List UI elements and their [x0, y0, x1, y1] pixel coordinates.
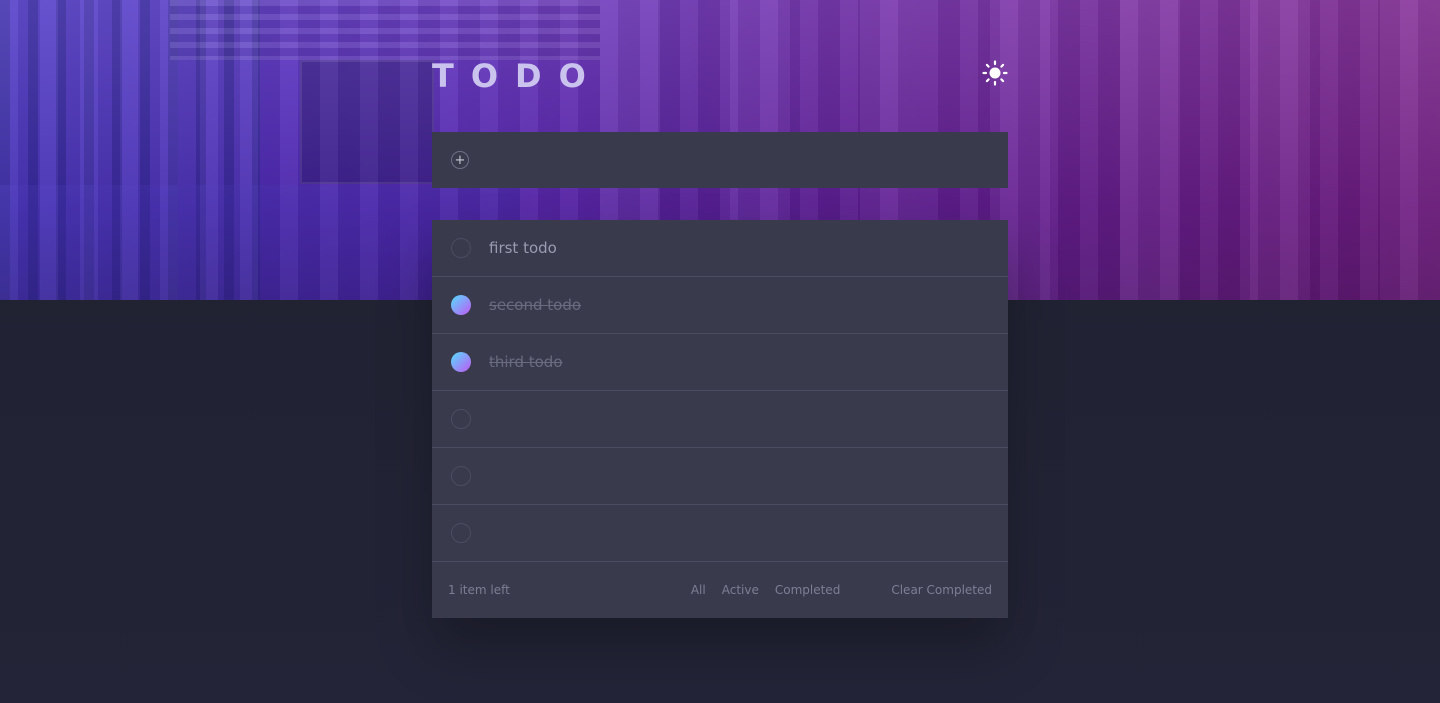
app-header: TODO [432, 0, 1008, 132]
filter-tabs: All Active Completed [691, 583, 840, 597]
clear-completed-button[interactable]: Clear Completed [891, 583, 992, 597]
todo-app: TODO + first todo second todo third todo… [432, 0, 1008, 618]
todo-list: first todo second todo third todo 1 item… [432, 220, 1008, 618]
filter-active[interactable]: Active [722, 583, 759, 597]
todo-footer: 1 item left All Active Completed Clear C… [432, 562, 1008, 618]
todo-checkbox[interactable] [451, 409, 471, 429]
todo-checkbox[interactable] [451, 466, 471, 486]
todo-item[interactable]: third todo [432, 334, 1008, 391]
todo-item[interactable] [432, 448, 1008, 505]
todo-item[interactable] [432, 391, 1008, 448]
plus-icon: + [454, 153, 466, 168]
todo-checkbox-checked[interactable] [451, 352, 471, 372]
theme-toggle-button[interactable] [982, 60, 1008, 86]
todo-checkbox[interactable] [451, 523, 471, 543]
todo-checkbox[interactable] [451, 238, 471, 258]
todo-text: first todo [489, 239, 557, 257]
items-left-count: 1 item left [448, 583, 510, 597]
todo-item[interactable]: second todo [432, 277, 1008, 334]
todo-item[interactable] [432, 505, 1008, 562]
todo-text: second todo [489, 296, 582, 314]
todo-text: third todo [489, 353, 563, 371]
sun-icon [982, 60, 1008, 86]
app-title: TODO [432, 57, 603, 95]
add-todo-button[interactable]: + [451, 151, 469, 169]
todo-checkbox-checked[interactable] [451, 295, 471, 315]
new-todo-bar: + [432, 132, 1008, 188]
new-todo-input[interactable] [487, 139, 1008, 181]
filter-completed[interactable]: Completed [775, 583, 840, 597]
filter-all[interactable]: All [691, 583, 706, 597]
todo-item[interactable]: first todo [432, 220, 1008, 277]
